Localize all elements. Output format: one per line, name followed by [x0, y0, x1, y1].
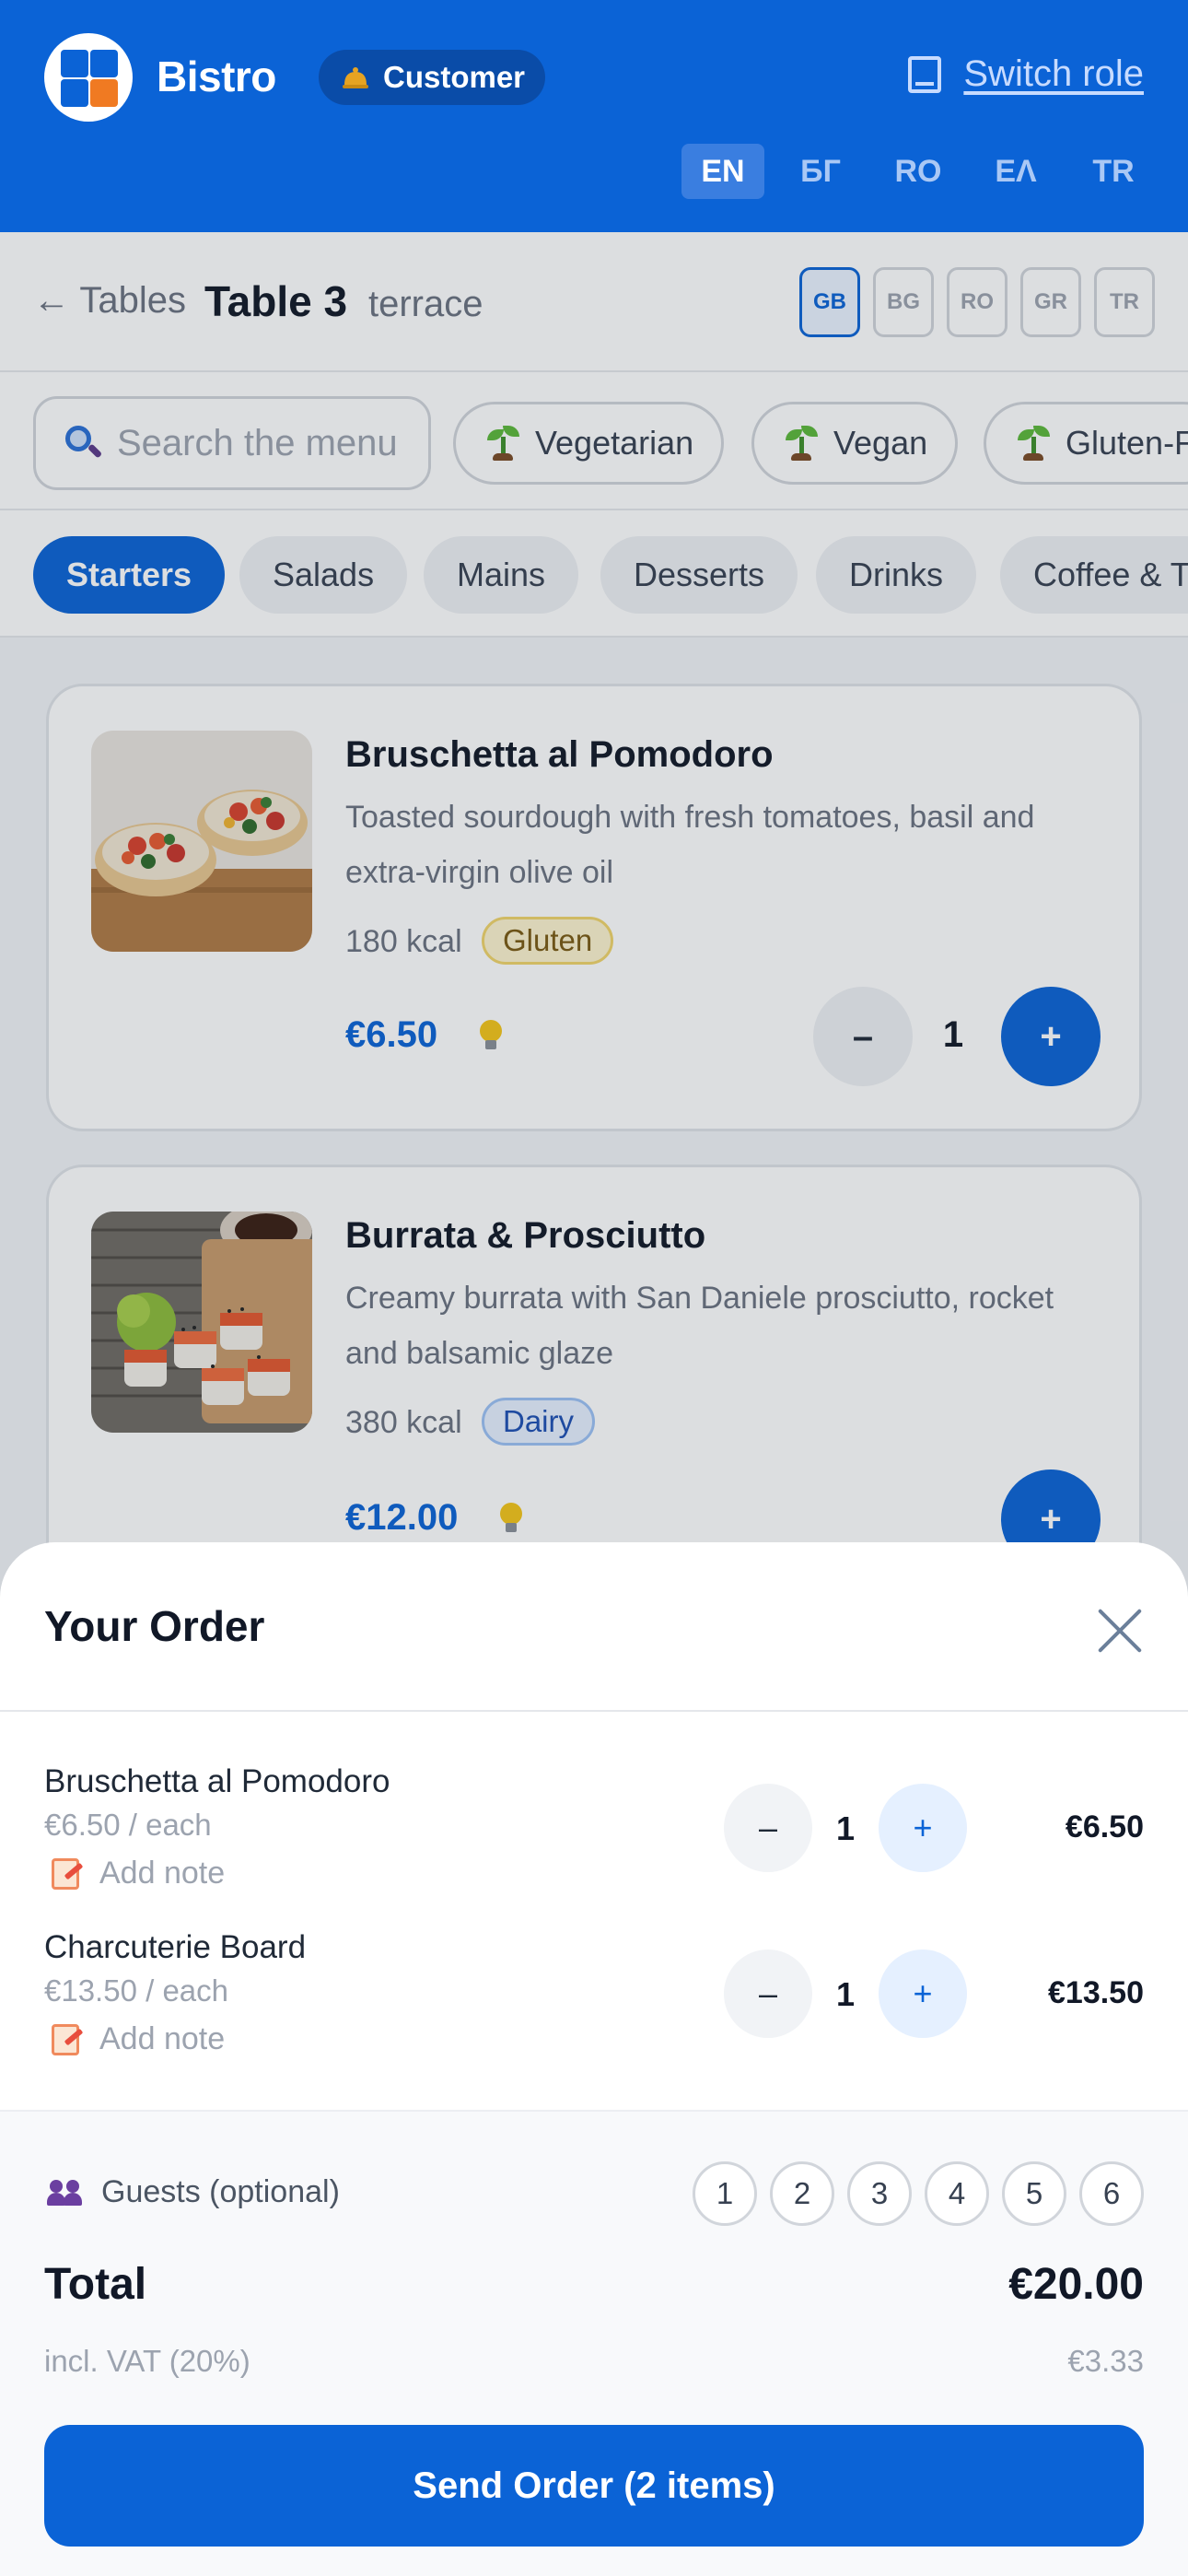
order-item-total: €6.50	[1065, 1809, 1144, 1844]
language-switcher: EN БГ RO ΕΛ TR	[681, 144, 1155, 199]
book-icon	[908, 55, 942, 93]
quantity-value: 1	[835, 1975, 856, 2013]
switch-role-label: Switch role	[963, 53, 1144, 94]
send-order-button[interactable]: Send Order (2 items)	[44, 2425, 1144, 2547]
guest-count-selector: 1 2 3 4 5 6	[693, 2161, 1144, 2226]
lang-en[interactable]: EN	[681, 144, 764, 199]
memo-icon	[52, 2023, 79, 2055]
guest-option-4[interactable]: 4	[925, 2161, 989, 2226]
switch-role-link[interactable]: Switch role	[908, 53, 1144, 95]
add-note-label: Add note	[99, 1856, 226, 1891]
lang-tr[interactable]: TR	[1072, 144, 1155, 199]
role-badge: Customer	[319, 50, 546, 105]
total-value: €20.00	[1008, 2260, 1144, 2309]
order-item-unit-price: €6.50 / each	[44, 1808, 212, 1842]
order-item-name: Charcuterie Board	[44, 1929, 307, 1965]
brand-name: Bistro	[157, 53, 276, 100]
increase-quantity-button[interactable]: +	[879, 1784, 967, 1872]
role-badge-label: Customer	[383, 60, 526, 94]
close-icon[interactable]	[1096, 1607, 1144, 1655]
order-summary: Guests (optional) 1 2 3 4 5 6 Total €20.…	[0, 2110, 1188, 2576]
lang-bg[interactable]: БГ	[779, 144, 862, 199]
people-icon	[47, 2179, 82, 2206]
add-note-label: Add note	[99, 2021, 226, 2056]
decrease-quantity-button[interactable]: –	[724, 1950, 812, 2038]
divider	[0, 1710, 1188, 1712]
app-header: Bistro Customer Switch role EN БГ RO ΕΛ …	[0, 0, 1188, 232]
order-item-name: Bruschetta al Pomodoro	[44, 1763, 390, 1799]
guest-option-5[interactable]: 5	[1002, 2161, 1066, 2226]
order-sheet-title: Your Order	[44, 1602, 265, 1650]
memo-icon	[52, 1857, 79, 1890]
bistro-logo	[44, 33, 133, 122]
guest-option-6[interactable]: 6	[1079, 2161, 1144, 2226]
lang-el[interactable]: ΕΛ	[974, 144, 1057, 199]
order-item-total: €13.50	[1048, 1975, 1144, 2010]
vat-value: €3.33	[1067, 2344, 1144, 2378]
bell-icon	[343, 67, 368, 88]
guests-label: Guests (optional)	[47, 2174, 340, 2210]
order-item-unit-price: €13.50 / each	[44, 1973, 228, 2008]
guest-option-3[interactable]: 3	[847, 2161, 912, 2226]
quantity-value: 1	[835, 1809, 856, 1847]
total-label: Total	[44, 2260, 147, 2309]
lang-ro[interactable]: RO	[877, 144, 960, 199]
increase-quantity-button[interactable]: +	[879, 1950, 967, 2038]
vat-label: incl. VAT (20%)	[44, 2344, 250, 2378]
add-note-button[interactable]: Add note	[52, 1856, 225, 1891]
add-note-button[interactable]: Add note	[52, 2021, 225, 2057]
decrease-quantity-button[interactable]: –	[724, 1784, 812, 1872]
guest-option-1[interactable]: 1	[693, 2161, 757, 2226]
order-sheet: Your Order Bruschetta al Pomodoro €6.50 …	[0, 1542, 1188, 2576]
guests-label-text: Guests (optional)	[101, 2174, 340, 2209]
guest-option-2[interactable]: 2	[770, 2161, 834, 2226]
